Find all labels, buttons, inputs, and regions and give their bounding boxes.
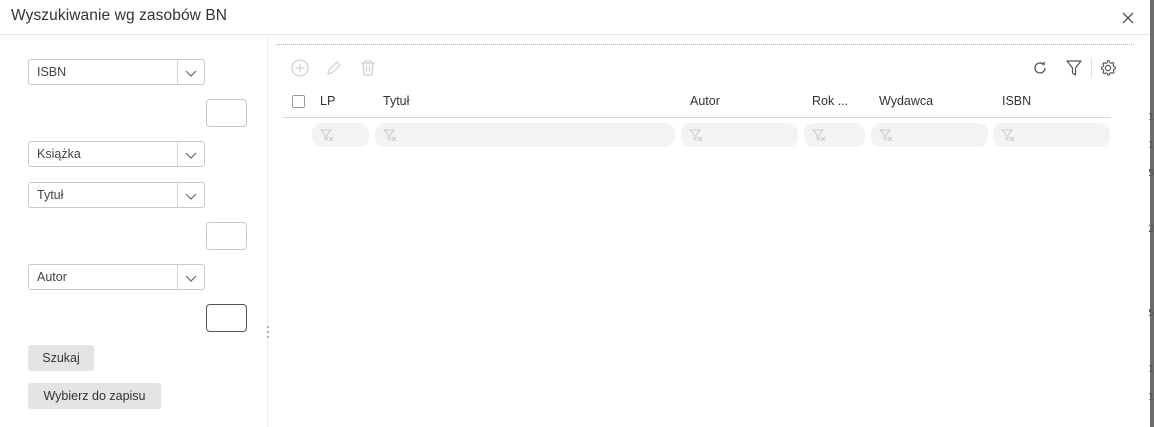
select-for-save-button[interactable]: Wybierz do zapisu: [28, 383, 161, 409]
select-separator: [177, 265, 178, 289]
trash-icon[interactable]: [358, 58, 378, 78]
field-type-select-3[interactable]: Tytuł: [28, 182, 205, 208]
chevron-down-icon: [184, 271, 198, 283]
select-separator: [177, 60, 178, 84]
background-char: 2: [1148, 224, 1154, 235]
background-char: 1: [1148, 140, 1154, 151]
select-value: Książka: [37, 147, 81, 161]
resize-handle-icon[interactable]: [264, 324, 272, 340]
search-value-input-2[interactable]: [206, 222, 247, 250]
search-value-input-1[interactable]: [206, 99, 247, 127]
select-value: Tytuł: [37, 188, 64, 202]
filter-input-year[interactable]: [804, 123, 865, 147]
background-char: 5: [1148, 168, 1154, 179]
search-value-input-3[interactable]: [206, 304, 247, 332]
header-divider: [0, 34, 1150, 35]
column-header-lp[interactable]: LP: [320, 94, 335, 108]
filter-input-title[interactable]: [375, 123, 675, 147]
toolbar-separator: [1091, 58, 1092, 78]
filter-input-author[interactable]: [681, 123, 798, 147]
toolbar-divider: [276, 44, 1134, 45]
filter-clear-icon: [383, 129, 397, 142]
gear-icon[interactable]: [1098, 58, 1118, 78]
panel-divider: [267, 35, 268, 427]
field-type-select-1[interactable]: ISBN: [28, 59, 205, 85]
filter-clear-icon: [320, 129, 334, 142]
search-button[interactable]: Szukaj: [28, 345, 94, 371]
filter-input-publisher[interactable]: [871, 123, 988, 147]
column-header-author[interactable]: Autor: [690, 94, 720, 108]
field-type-select-2[interactable]: Książka: [28, 141, 205, 167]
close-icon[interactable]: [1118, 8, 1138, 28]
filter-clear-icon: [689, 129, 703, 142]
chevron-down-icon: [184, 189, 198, 201]
background-char: 1: [1148, 112, 1154, 123]
select-all-checkbox[interactable]: [292, 95, 305, 108]
dialog-title: Wyszukiwanie wg zasobów BN: [11, 7, 228, 24]
background-char: 1: [1148, 364, 1154, 375]
column-header-publisher[interactable]: Wydawca: [879, 94, 933, 108]
table-header-divider: [283, 117, 1111, 118]
filter-clear-icon: [1001, 129, 1015, 142]
select-separator: [177, 183, 178, 207]
background-char: 5: [1148, 308, 1154, 319]
background-char: 1: [1148, 392, 1154, 403]
background-page-edge: [1150, 0, 1154, 427]
refresh-icon[interactable]: [1030, 58, 1050, 78]
filter-input-isbn[interactable]: [993, 123, 1110, 147]
chevron-down-icon: [184, 66, 198, 78]
select-separator: [177, 142, 178, 166]
filter-clear-icon: [879, 129, 893, 142]
field-type-select-4[interactable]: Autor: [28, 264, 205, 290]
column-header-year[interactable]: Rok ...: [812, 94, 848, 108]
column-header-title[interactable]: Tytuł: [383, 94, 409, 108]
filter-input-lp[interactable]: [312, 123, 369, 147]
edit-icon[interactable]: [324, 58, 344, 78]
column-header-isbn[interactable]: ISBN: [1002, 94, 1031, 108]
filter-clear-icon: [812, 129, 826, 142]
select-value: Autor: [37, 270, 67, 284]
chevron-down-icon: [184, 148, 198, 160]
add-icon[interactable]: [290, 58, 310, 78]
select-value: ISBN: [37, 65, 67, 79]
filter-icon[interactable]: [1064, 58, 1084, 78]
